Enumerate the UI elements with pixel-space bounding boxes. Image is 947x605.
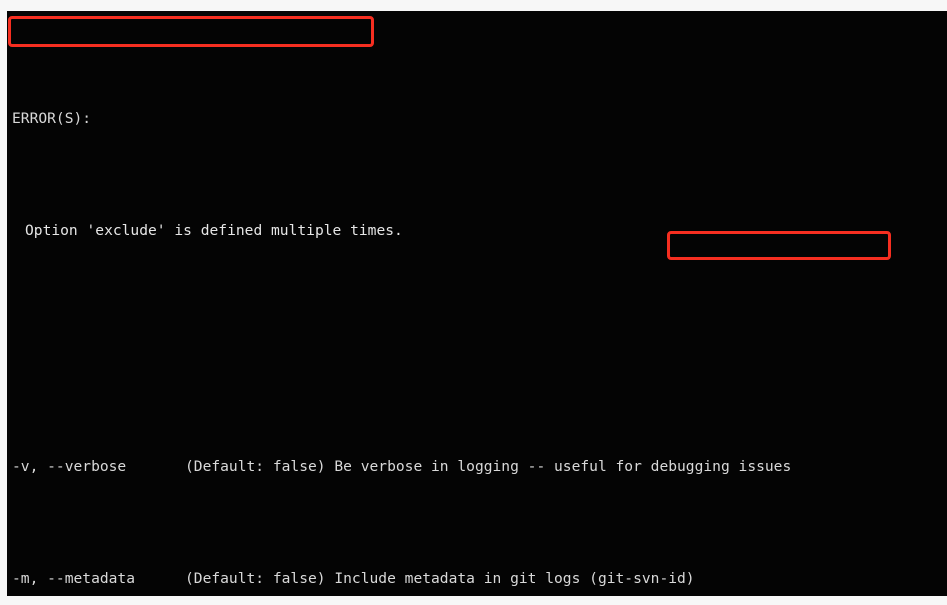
screenshot-root: ERROR(S): Option 'exclude' is defined mu… xyxy=(0,0,947,605)
terminal-window[interactable]: ERROR(S): Option 'exclude' is defined mu… xyxy=(7,11,947,596)
error-header-text: ERROR(S): xyxy=(12,110,92,127)
error-header-line: ERROR(S): xyxy=(7,105,947,133)
option-description: (Default: false) Be verbose in logging -… xyxy=(185,458,792,475)
option-flag: -m, --metadata xyxy=(12,570,136,587)
option-description: (Default: false) Include metadata in git… xyxy=(185,570,695,587)
error-message-line: Option 'exclude' is defined multiple tim… xyxy=(7,217,947,245)
option-row: -v, --verbose (Default: false) Be verbos… xyxy=(7,453,947,481)
error-message-text: Option 'exclude' is defined multiple tim… xyxy=(25,222,403,239)
option-flag: -v, --verbose xyxy=(12,458,127,475)
option-row: -m, --metadata (Default: false) Include … xyxy=(7,565,947,593)
terminal-output: ERROR(S): Option 'exclude' is defined mu… xyxy=(7,11,947,596)
